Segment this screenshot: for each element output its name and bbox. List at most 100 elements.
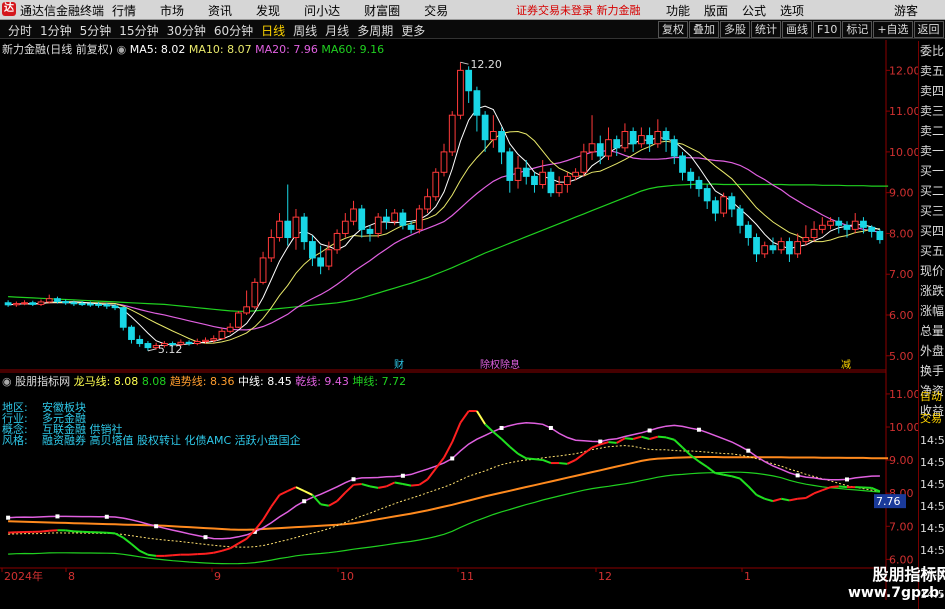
candle-body bbox=[481, 114, 489, 141]
ma5-value: MA5: 8.02 bbox=[129, 43, 186, 56]
longma2-value: 8.08 bbox=[141, 375, 167, 388]
longma-segment bbox=[426, 467, 437, 480]
eye-icon[interactable]: ◉ bbox=[2, 375, 12, 388]
longma-segment bbox=[649, 435, 659, 440]
longma-segment bbox=[739, 477, 749, 488]
event-marker: 减 bbox=[841, 359, 851, 371]
qian-marker bbox=[696, 427, 701, 432]
longma-segment bbox=[764, 497, 774, 503]
candle-body bbox=[235, 312, 242, 328]
longma-segment bbox=[344, 484, 355, 494]
auto-trade-label[interactable]: 交易 bbox=[919, 408, 945, 430]
mid-value: 中线: 8.45 bbox=[238, 375, 292, 388]
candle-body bbox=[317, 257, 325, 267]
candle-body bbox=[712, 200, 719, 214]
longma-segment bbox=[731, 475, 741, 480]
longma-segment bbox=[451, 422, 462, 443]
candle-body bbox=[350, 208, 357, 222]
y-tick-label: 8.00 bbox=[889, 227, 914, 240]
longma-segment bbox=[559, 462, 568, 465]
longma-value: 龙马线: 8.08 bbox=[73, 375, 139, 388]
candle-body bbox=[259, 257, 267, 283]
candle-body bbox=[720, 196, 728, 214]
candle-body bbox=[70, 302, 78, 305]
x-tick-label: 9 bbox=[214, 570, 221, 583]
candle-body bbox=[580, 151, 588, 173]
x-tick-label: 12 bbox=[598, 570, 612, 583]
candle-body bbox=[547, 171, 555, 194]
candle-body bbox=[613, 139, 621, 149]
quote-label: 卖三 bbox=[920, 104, 945, 118]
candle-body bbox=[473, 90, 481, 116]
longma-segment bbox=[378, 485, 387, 489]
longma-segment bbox=[303, 490, 313, 496]
candle-body bbox=[810, 228, 818, 239]
longma-segment bbox=[443, 441, 454, 459]
longma-segment bbox=[229, 542, 239, 550]
candle-body bbox=[818, 224, 826, 230]
qian-marker bbox=[104, 514, 109, 519]
candle-body bbox=[243, 306, 250, 314]
candle-body bbox=[489, 131, 497, 141]
quote-label: 换手 bbox=[920, 364, 945, 378]
candle-body bbox=[638, 135, 645, 145]
candle-body bbox=[333, 232, 341, 251]
value-badge-text: 7.76 bbox=[876, 495, 901, 508]
quote-label: 买四 bbox=[920, 224, 945, 238]
quote-label: 买一 bbox=[920, 164, 945, 178]
candle-body bbox=[12, 303, 20, 306]
quote-label: 现价 bbox=[920, 264, 945, 278]
info-row: 风格: 融资融券 高贝塔值 股权转让 化债AMC 活跃小盘国企 bbox=[2, 434, 301, 447]
y-tick-label: 10.00 bbox=[889, 146, 921, 159]
longma-segment bbox=[147, 553, 157, 557]
candle-body bbox=[448, 114, 456, 153]
auto-trade-label[interactable]: 自动 bbox=[919, 386, 945, 408]
qian-marker bbox=[400, 473, 405, 478]
y-tick-label: 11.00 bbox=[889, 105, 921, 118]
candle-body bbox=[498, 131, 505, 153]
candle-body bbox=[103, 304, 111, 307]
kline-chart[interactable]: 12.00 11.00 10.00 9.00 8.00 7.00 6.00 5.00 11.00… bbox=[0, 0, 945, 609]
low-pointer bbox=[147, 348, 157, 352]
quote-label: 卖一 bbox=[920, 144, 945, 158]
y-tick-label: 7.00 bbox=[889, 268, 914, 281]
candle-body bbox=[687, 171, 695, 181]
candle-body bbox=[827, 220, 834, 226]
candle-body bbox=[761, 245, 769, 255]
candle-body bbox=[621, 131, 629, 149]
longma-segment bbox=[287, 486, 297, 492]
candle-body bbox=[210, 338, 218, 341]
ind-y-tick-label: 9.00 bbox=[889, 454, 914, 467]
longma-segment bbox=[213, 549, 223, 554]
longma-segment bbox=[509, 445, 519, 455]
candle-body bbox=[202, 339, 209, 342]
longma-segment bbox=[517, 452, 527, 460]
longma-segment bbox=[40, 529, 50, 533]
longma-segment bbox=[641, 435, 650, 440]
qian-marker bbox=[548, 425, 553, 430]
qian-marker bbox=[450, 456, 455, 461]
quote-label: 买五 bbox=[920, 244, 945, 258]
y-tick-label: 9.00 bbox=[889, 187, 914, 200]
candle-body bbox=[605, 139, 612, 157]
longma-segment bbox=[459, 410, 470, 424]
candle-body bbox=[358, 208, 366, 230]
quote-label: 卖四 bbox=[920, 84, 945, 98]
qian-value: 乾线: 9.43 bbox=[295, 375, 349, 388]
tick-time: 14:56 bbox=[920, 544, 945, 557]
candle-body bbox=[218, 330, 226, 340]
indicator-name[interactable]: 股朋指标网 bbox=[15, 375, 70, 388]
x-tick-label: 11 bbox=[460, 570, 474, 583]
longma-segment bbox=[574, 452, 585, 461]
high-pointer bbox=[460, 61, 469, 65]
longma-segment bbox=[295, 486, 305, 492]
longma-segment bbox=[476, 410, 486, 425]
candle-body bbox=[432, 171, 440, 198]
trend-value: 趋势线: 8.36 bbox=[169, 375, 235, 388]
longma-segment bbox=[542, 459, 552, 464]
watermark-url: www.7gpzb.com bbox=[848, 585, 945, 601]
eye-icon[interactable]: ◉ bbox=[117, 43, 127, 56]
longma-segment bbox=[262, 506, 273, 521]
candle-body bbox=[62, 301, 70, 304]
candle-body bbox=[629, 131, 637, 145]
